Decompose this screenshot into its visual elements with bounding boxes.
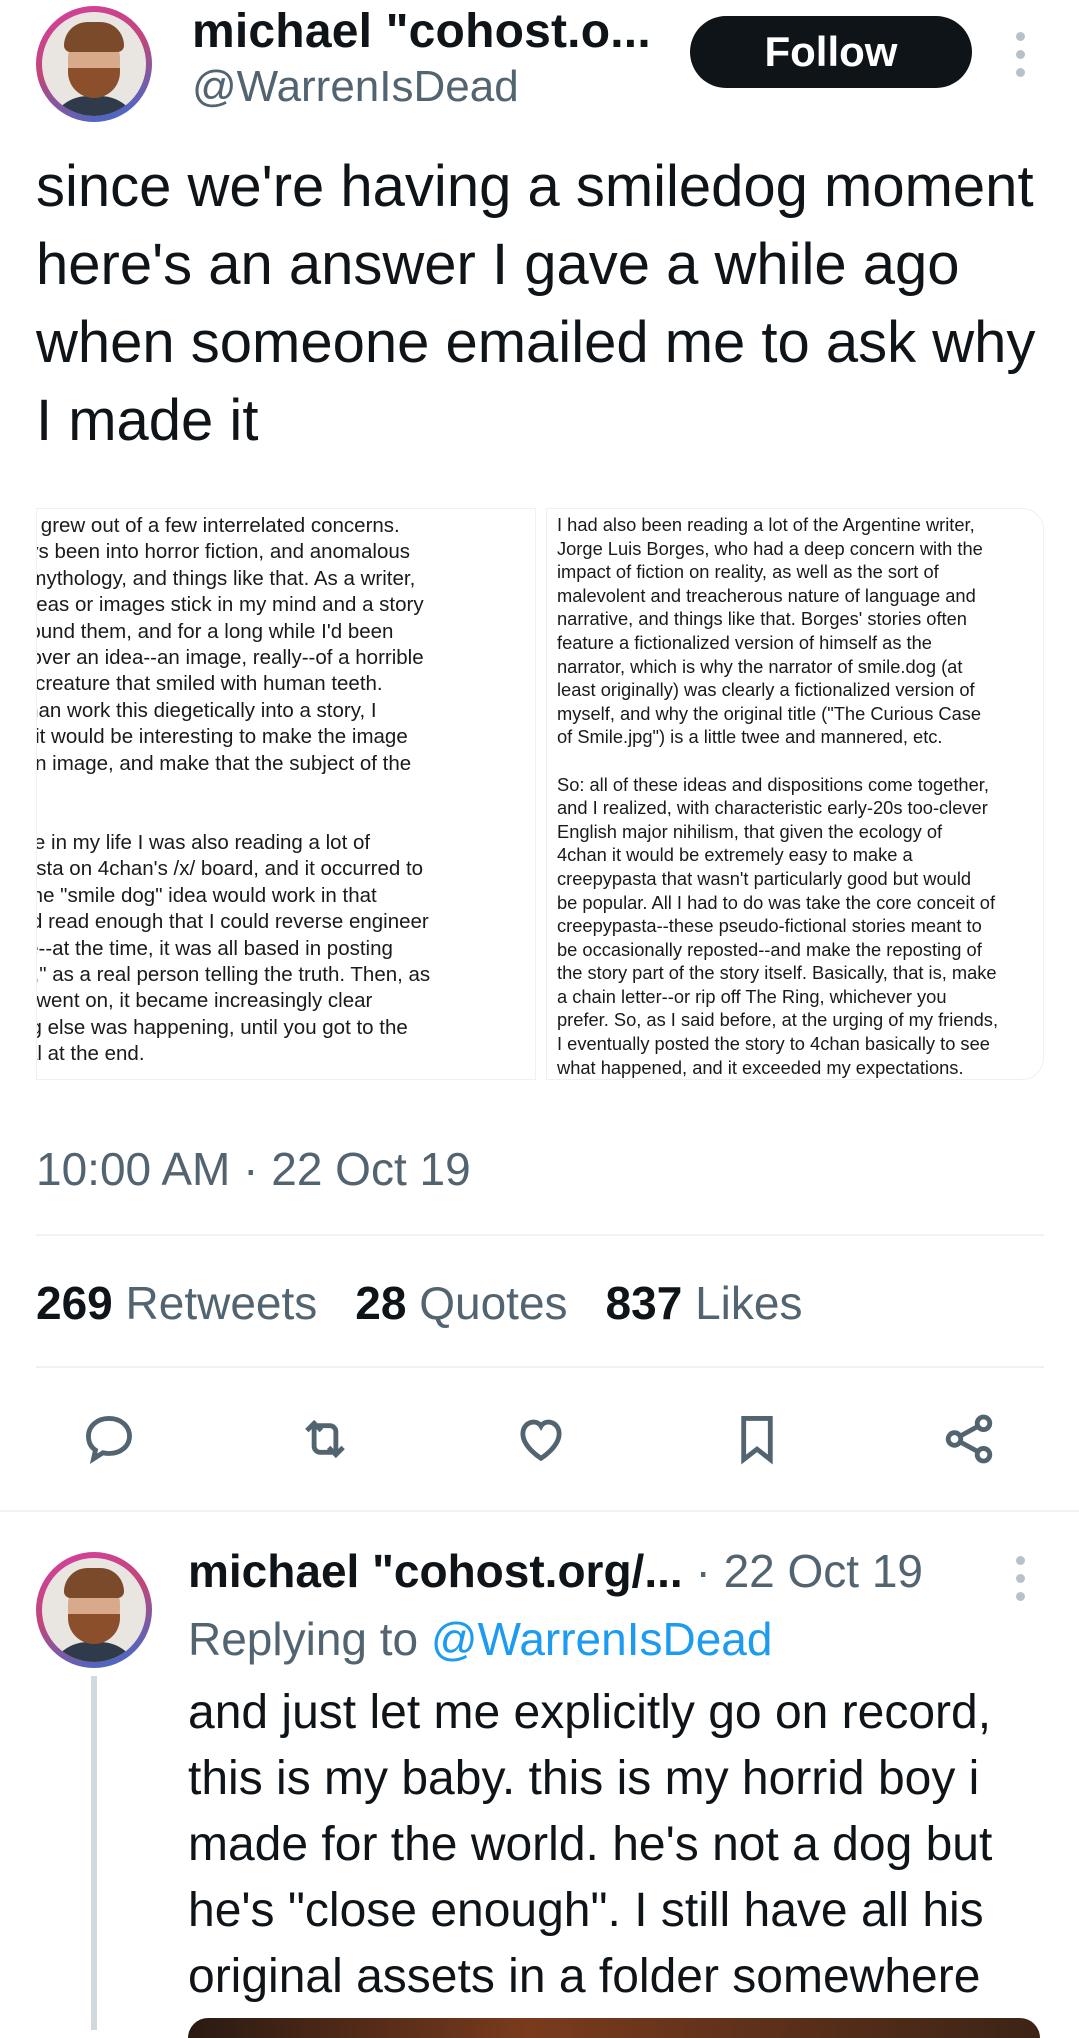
reply-more-options-icon[interactable]	[1010, 1556, 1030, 1601]
avatar-photo	[42, 12, 146, 116]
reply-author-name[interactable]: michael "cohost.org/...	[188, 1545, 683, 1597]
divider	[36, 1366, 1044, 1368]
like-icon[interactable]	[506, 1404, 576, 1474]
likes-stat[interactable]: 837 Likes	[606, 1276, 803, 1330]
likes-label: Likes	[695, 1277, 803, 1329]
reply-media-preview[interactable]	[188, 2018, 1040, 2038]
tweet-text: since we're having a smiledog moment her…	[36, 154, 1036, 453]
reply-header: michael "cohost.org/... · 22 Oct 19	[188, 1544, 923, 1598]
author-handle[interactable]: @WarrenIsDead	[192, 62, 519, 112]
attached-image-left[interactable]: :ile.dog grew out of a few interrelated …	[36, 508, 536, 1080]
divider	[36, 1234, 1044, 1236]
section-divider	[0, 1510, 1079, 1512]
retweet-icon[interactable]	[290, 1404, 360, 1474]
likes-count: 837	[605, 1277, 683, 1329]
follow-button[interactable]: Follow	[690, 16, 972, 88]
quotes-stat[interactable]: 28 Quotes	[355, 1276, 567, 1330]
image-left-text: :ile.dog grew out of a few interrelated …	[36, 514, 431, 1066]
replying-to: Replying to @WarrenIsDead	[188, 1612, 772, 1666]
retweets-stat[interactable]: 269 Retweets	[36, 1276, 317, 1330]
reply-author-avatar[interactable]	[36, 1552, 152, 1668]
reply-icon[interactable]	[74, 1404, 144, 1474]
more-options-icon[interactable]	[1010, 32, 1030, 77]
author-name[interactable]: michael "cohost.o...	[192, 4, 651, 59]
author-avatar[interactable]	[36, 6, 152, 122]
bookmark-icon[interactable]	[722, 1404, 792, 1474]
quotes-label: Quotes	[419, 1277, 568, 1329]
reply-date[interactable]: · 22 Oct 19	[683, 1545, 923, 1597]
image-right-text: I had also been reading a lot of the Arg…	[557, 514, 999, 1078]
share-icon[interactable]	[934, 1404, 1004, 1474]
reply-text: and just let me explicitly go on record,…	[188, 1686, 993, 2003]
retweets-count: 269	[36, 1277, 113, 1329]
engagement-stats: 269 Retweets 28 Quotes 837 Likes	[36, 1276, 802, 1330]
attached-image-right[interactable]: I had also been reading a lot of the Arg…	[546, 508, 1044, 1080]
replying-prefix: Replying to	[188, 1613, 431, 1665]
retweets-label: Retweets	[125, 1277, 318, 1329]
replying-mention-link[interactable]: @WarrenIsDead	[431, 1613, 773, 1665]
quotes-count: 28	[355, 1277, 407, 1329]
tweet-timestamp[interactable]: 10:00 AM · 22 Oct 19	[36, 1142, 471, 1196]
avatar-photo	[42, 1558, 146, 1662]
thread-line	[91, 1676, 97, 2030]
